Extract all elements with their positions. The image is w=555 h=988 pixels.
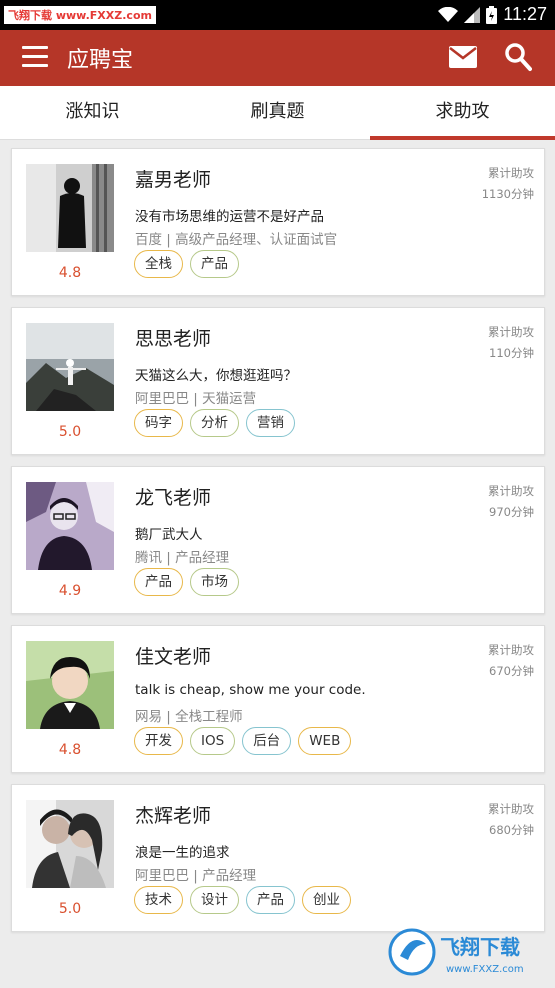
avatar [26,323,114,411]
app-bar: 应聘宝 [0,30,555,86]
mentor-motto: 天猫这么大，你想逛逛吗？ [135,368,297,384]
wifi-icon [438,6,459,22]
menu-icon[interactable] [22,46,48,70]
tag-list: 全栈 产品 [134,250,239,278]
tab-knowledge[interactable]: 涨知识 [0,86,185,139]
mentor-list: 4.8 嘉男老师 没有市场思维的运营不是好产品 百度 | 高级产品经理、认证面试… [11,148,545,943]
mentor-motto: talk is cheap, show me your code. [135,682,366,698]
avatar [26,164,114,252]
help-label: 累计助攻 [488,325,534,339]
mentor-motto: 没有市场思维的运营不是好产品 [135,209,324,225]
mentor-company: 网易 | 全栈工程师 [135,709,243,725]
help-label: 累计助攻 [488,166,534,180]
tag-list: 码字 分析 营销 [134,409,295,437]
tag-list: 产品 市场 [134,568,239,596]
battery-icon [486,5,498,24]
mentor-card[interactable]: 5.0 思思老师 天猫这么大，你想逛逛吗？ 阿里巴巴 | 天猫运营 码字 分析 … [11,307,545,455]
tab-assist[interactable]: 求助攻 [370,86,555,140]
help-minutes: 680分钟 [489,823,534,837]
search-icon[interactable] [504,42,532,72]
watermark-logo-text: 飞翔下载 [440,935,520,959]
help-minutes: 1130分钟 [481,187,534,201]
mentor-company: 百度 | 高级产品经理、认证面试官 [135,232,338,248]
tag-list: 技术 设计 产品 创业 [134,886,351,914]
tag[interactable]: 技术 [134,886,183,914]
tag[interactable]: IOS [190,727,236,755]
tag[interactable]: 全栈 [134,250,183,278]
rating: 4.8 [58,742,82,758]
tag[interactable]: 创业 [302,886,351,914]
tag-list: 开发 IOS 后台 WEB [134,727,352,755]
tag[interactable]: 后台 [242,727,292,755]
tag[interactable]: 分析 [190,409,239,437]
avatar [26,482,114,570]
mentor-name: 龙飞老师 [135,487,212,509]
help-label: 累计助攻 [488,643,534,657]
mentor-card[interactable]: 4.8 佳文老师 talk is cheap, show me your cod… [11,625,545,773]
watermark-logo-url: www.FXXZ.com [446,964,524,975]
tag[interactable]: 开发 [134,727,183,755]
rating: 4.9 [58,583,82,599]
mentor-company: 腾讯 | 产品经理 [135,550,230,566]
help-minutes: 970分钟 [489,505,534,519]
mentor-company: 阿里巴巴 | 产品经理 [135,868,257,884]
status-bar: 飞翔下载 www.FXXZ.com 11:27 [0,0,555,30]
tag[interactable]: 产品 [246,886,295,914]
mentor-name: 佳文老师 [135,646,212,668]
tab-bar: 涨知识 刷真题 求助攻 [0,86,555,140]
tag[interactable]: 产品 [134,568,183,596]
mentor-name: 思思老师 [135,328,212,350]
mentor-card[interactable]: 4.9 龙飞老师 鹅厂武大人 腾讯 | 产品经理 产品 市场 累计助攻 970分… [11,466,545,614]
mail-icon[interactable] [449,46,477,68]
tab-questions[interactable]: 刷真题 [185,86,370,139]
help-label: 累计助攻 [488,484,534,498]
help-minutes: 110分钟 [489,346,534,360]
mentor-name: 杰辉老师 [135,805,212,827]
rating: 4.8 [58,265,82,281]
clock: 11:27 [503,4,547,24]
help-minutes: 670分钟 [489,664,534,678]
tag[interactable]: 产品 [190,250,239,278]
avatar [26,800,114,888]
mentor-company: 阿里巴巴 | 天猫运营 [135,391,257,407]
mentor-motto: 浪是一生的追求 [135,845,230,861]
avatar [26,641,114,729]
watermark-badge: 飞翔下载 www.FXXZ.com [4,6,156,24]
tag[interactable]: 设计 [190,886,239,914]
mentor-card[interactable]: 5.0 杰辉老师 浪是一生的追求 阿里巴巴 | 产品经理 技术 设计 产品 创业… [11,784,545,932]
mentor-card[interactable]: 4.8 嘉男老师 没有市场思维的运营不是好产品 百度 | 高级产品经理、认证面试… [11,148,545,296]
rating: 5.0 [58,901,82,917]
rating: 5.0 [58,424,82,440]
signal-icon [464,6,481,23]
tag[interactable]: 市场 [190,568,239,596]
tag[interactable]: WEB [298,727,352,755]
mentor-name: 嘉男老师 [135,169,212,191]
watermark-logo: 飞翔下载 www.FXXZ.com [388,928,524,976]
mentor-motto: 鹅厂武大人 [135,527,203,543]
app-title: 应聘宝 [67,48,134,73]
status-icons: 11:27 [438,4,547,25]
tag[interactable]: 营销 [246,409,295,437]
tag[interactable]: 码字 [134,409,183,437]
help-label: 累计助攻 [488,802,534,816]
